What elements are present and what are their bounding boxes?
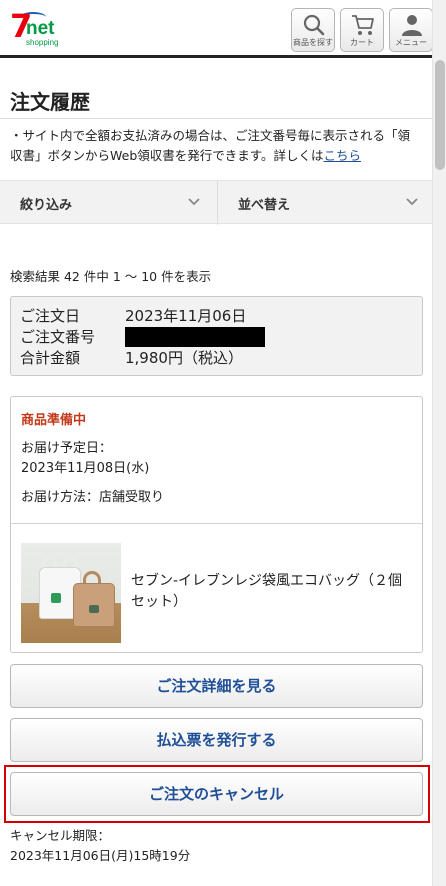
receipt-notice: ・サイト内で全額お支払済みの場合は、ご注文番号毎に表示される「領収書」ボタンから…: [10, 126, 422, 166]
card-divider: [11, 523, 422, 524]
payment-slip-button[interactable]: 払込票を発行する: [10, 718, 423, 762]
sort-dropdown[interactable]: 並べ替え: [228, 181, 428, 225]
scrollbar[interactable]: [432, 0, 446, 886]
cancel-order-button[interactable]: ご注文のキャンセル: [10, 772, 423, 816]
filter-label: 絞り込み: [20, 198, 73, 213]
bag-logo-mark: [51, 593, 61, 603]
7net-shopping-logo[interactable]: 7 net shopping: [10, 8, 80, 50]
bag-logo-mark: [89, 605, 99, 613]
cart-button[interactable]: カート: [340, 8, 384, 52]
order-item-card: 商品準備中 お届け予定日： 2023年11月08日(水) お届け方法：店舗受取り…: [10, 396, 423, 653]
redacted-order-number: [125, 327, 265, 347]
menu-button[interactable]: メニュー: [389, 8, 432, 52]
delivery-method: お届け方法：店舗受取り: [21, 490, 165, 505]
scrollbar-thumb[interactable]: [435, 60, 445, 170]
status-badge: 商品準備中: [21, 413, 87, 428]
chevron-down-icon: [188, 198, 200, 206]
cancel-deadline-value: 2023年11月06日(月)15時19分: [10, 848, 191, 863]
delivery-date-value: 2023年11月08日(水): [21, 461, 150, 476]
order-total-label: 合計金額: [20, 349, 81, 367]
title-divider: [0, 118, 432, 119]
cart-icon: [352, 15, 374, 35]
search-button-label: 商品を探す: [293, 38, 333, 47]
cancel-deadline: キャンセル期限： 2023年11月06日(月)15時19分: [10, 826, 190, 866]
search-icon: [303, 14, 325, 36]
order-number-label: ご注文番号: [20, 328, 96, 346]
logo-shopping: shopping: [26, 38, 59, 47]
order-summary: ご注文日 2023年11月06日 ご注文番号 合計金額 1,980円（税込）: [10, 296, 423, 376]
page-title: 注文履歴: [10, 90, 90, 114]
order-total-value: 1,980円（税込）: [125, 349, 243, 367]
result-count: 検索結果 42 件中 1 ～ 10 件を表示: [10, 269, 212, 284]
menu-button-label: メニュー: [395, 38, 427, 47]
product-image[interactable]: [21, 543, 121, 643]
chevron-down-icon: [406, 198, 418, 206]
filter-separator: [217, 181, 218, 225]
delivery-date-label: お届け予定日：: [21, 441, 113, 456]
filter-dropdown[interactable]: 絞り込み: [10, 181, 216, 225]
page: 7 net shopping 商品を探す カート メニュー 注文履歴 ・サイト内…: [0, 0, 432, 886]
site-header: 7 net shopping 商品を探す カート メニュー: [0, 0, 432, 58]
order-date-label: ご注文日: [20, 307, 81, 325]
filter-sort-bar: 絞り込み 並べ替え: [0, 180, 432, 225]
order-date-value: 2023年11月06日: [125, 307, 247, 325]
order-detail-button[interactable]: ご注文詳細を見る: [10, 664, 423, 708]
cart-button-label: カート: [350, 38, 374, 47]
logo-net: net: [26, 18, 55, 39]
user-icon: [402, 15, 422, 36]
search-button[interactable]: 商品を探す: [291, 8, 335, 52]
sort-label: 並べ替え: [238, 198, 291, 213]
product-name-link[interactable]: セブン-イレブンレジ袋風エコバッグ（２個セット）: [131, 571, 416, 613]
cancel-deadline-label: キャンセル期限：: [10, 828, 111, 843]
details-link[interactable]: こちら: [324, 148, 362, 163]
